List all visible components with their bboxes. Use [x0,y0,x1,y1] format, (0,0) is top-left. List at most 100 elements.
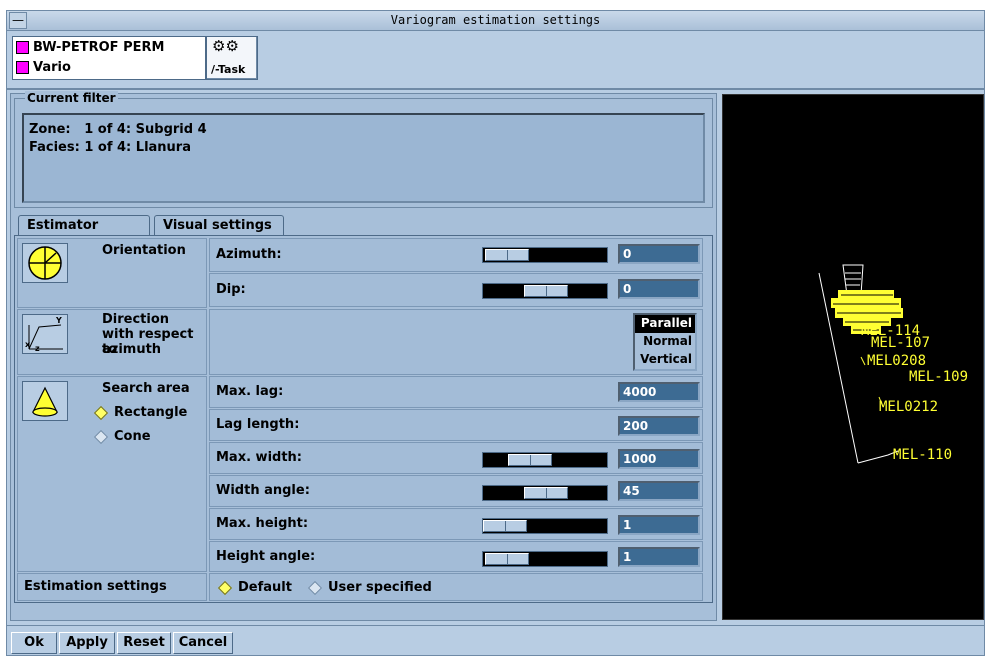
radio-on-icon [217,580,233,595]
color-swatch [16,40,29,54]
dip-row: Dip: 0 [209,273,703,307]
height-angle-slider[interactable] [482,551,608,567]
azimuth-slider-thumb[interactable] [485,249,529,261]
default-radio[interactable]: Default [217,580,292,595]
max-height-slider[interactable] [482,518,608,534]
title-bar: — Variogram estimation settings [7,11,984,31]
task-button-label: /-Task [211,63,246,76]
direction-label-cell: Y x z Direction with respect to azimuth [17,309,207,375]
direction-option-vertical[interactable]: Vertical [635,351,695,369]
estimation-options-row: Default User specified [209,573,703,601]
lag-length-input[interactable]: 200 [618,416,700,436]
default-radio-label: Default [238,580,292,595]
radio-off-icon [307,580,323,595]
cone-radio[interactable]: Cone [93,429,151,444]
azimuth-row: Azimuth: 0 [209,238,703,272]
rectangle-radio-label: Rectangle [114,405,188,420]
well-plot [818,264,903,464]
radio-on-icon [93,405,109,420]
svg-text:Y: Y [55,316,62,325]
zone-line: Zone: 1 of 4: Subgrid 4 [29,122,207,137]
search-area-label-cell: Search area Rectangle Cone [17,376,207,572]
window-title: Variogram estimation settings [390,13,601,27]
width-angle-input[interactable]: 45 [618,481,700,501]
user-specified-radio-label: User specified [328,580,432,595]
well-label: MEL-109 [909,369,969,385]
user-specified-radio[interactable]: User specified [307,580,432,595]
direction-option-parallel[interactable]: Parallel [635,315,695,333]
settings-pane: Current filter Zone: 1 of 4: Subgrid 4 F… [10,91,717,621]
rectangle-radio[interactable]: Rectangle [93,405,188,420]
axes-icon: Y x z [22,314,68,354]
azimuth-slider[interactable] [482,247,608,263]
tab-visual-settings[interactable]: Visual settings [154,215,284,235]
width-angle-label: Width angle: [216,483,310,498]
tab-estimator[interactable]: Estimator [18,215,150,236]
max-width-label: Max. width: [216,450,302,465]
ok-button[interactable]: Ok [11,632,57,654]
cancel-button[interactable]: Cancel [173,632,233,654]
direction-row: Parallel Normal Vertical [209,309,703,375]
current-filter-legend: Current filter [25,91,118,105]
max-width-input[interactable]: 1000 [618,449,700,469]
max-lag-input[interactable]: 4000 [618,382,700,402]
reset-button[interactable]: Reset [117,632,171,654]
current-filter-group: Current filter Zone: 1 of 4: Subgrid 4 F… [14,91,713,208]
task-button[interactable]: ⚙⚙ /-Task [206,36,258,80]
max-height-slider-thumb[interactable] [483,520,527,532]
well-label: MEL0212 [879,399,939,415]
width-angle-slider[interactable] [482,485,608,501]
direction-label-3: azimuth [102,342,162,357]
well-label: MEL-110 [893,447,953,463]
object-name: Vario [33,59,71,75]
3d-viewport[interactable]: MEL-114 MEL-107 MEL0208 MEL-109 MEL0212 … [722,94,984,620]
max-width-row: Max. width: 1000 [209,442,703,474]
well-label: MEL-107 [871,335,931,351]
dip-input[interactable]: 0 [618,279,700,299]
apply-button[interactable]: Apply [59,632,115,654]
lag-length-label: Lag length: [216,417,300,432]
width-angle-slider-thumb[interactable] [524,487,568,499]
height-angle-row: Height angle: 1 [209,541,703,572]
facies-line: Facies: 1 of 4: Llanura [29,140,191,155]
button-bar: Ok Apply Reset Cancel [7,625,984,655]
radio-off-icon [93,429,109,444]
max-width-slider[interactable] [482,452,608,468]
width-angle-row: Width angle: 45 [209,475,703,507]
svg-text:x: x [25,340,31,349]
search-area-label: Search area [102,381,190,396]
dip-slider-thumb[interactable] [524,285,568,297]
toolbar: BW-PETROF PERM Vario ⚙⚙ /-Task [7,32,984,90]
height-angle-input[interactable]: 1 [618,547,700,567]
object-row-perm[interactable]: BW-PETROF PERM [13,37,205,57]
max-lag-label: Max. lag: [216,384,284,399]
estimation-label-cell: Estimation settings [17,573,207,601]
selected-objects-box[interactable]: BW-PETROF PERM Vario [12,36,206,80]
gears-icon: ⚙⚙ [212,37,239,55]
color-swatch [16,60,29,74]
direction-option-normal[interactable]: Normal [635,333,695,351]
svg-text:z: z [35,344,40,353]
variogram-settings-window: — Variogram estimation settings BW-PETRO… [6,10,985,656]
cone-icon [22,381,68,421]
estimator-panel: Orientation Azimuth: 0 Dip: 0 Y x z Dire… [14,235,713,603]
direction-label-1: Direction [102,312,170,327]
orientation-label: Orientation [102,243,186,258]
max-height-row: Max. height: 1 [209,508,703,540]
azimuth-input[interactable]: 0 [618,244,700,264]
direction-list[interactable]: Parallel Normal Vertical [633,313,697,371]
azimuth-label: Azimuth: [216,247,282,262]
max-lag-row: Max. lag: 4000 [209,376,703,408]
object-name: BW-PETROF PERM [33,39,165,55]
max-height-input[interactable]: 1 [618,515,700,535]
max-width-slider-thumb[interactable] [508,454,552,466]
object-row-vario[interactable]: Vario [13,57,205,77]
dip-label: Dip: [216,282,246,297]
dip-slider[interactable] [482,283,608,299]
height-angle-slider-thumb[interactable] [485,553,529,565]
lag-length-row: Lag length: 200 [209,409,703,441]
compass-icon [22,243,68,283]
current-filter-text: Zone: 1 of 4: Subgrid 4 Facies: 1 of 4: … [22,113,705,203]
max-height-label: Max. height: [216,516,309,531]
orientation-label-cell: Orientation [17,238,207,308]
